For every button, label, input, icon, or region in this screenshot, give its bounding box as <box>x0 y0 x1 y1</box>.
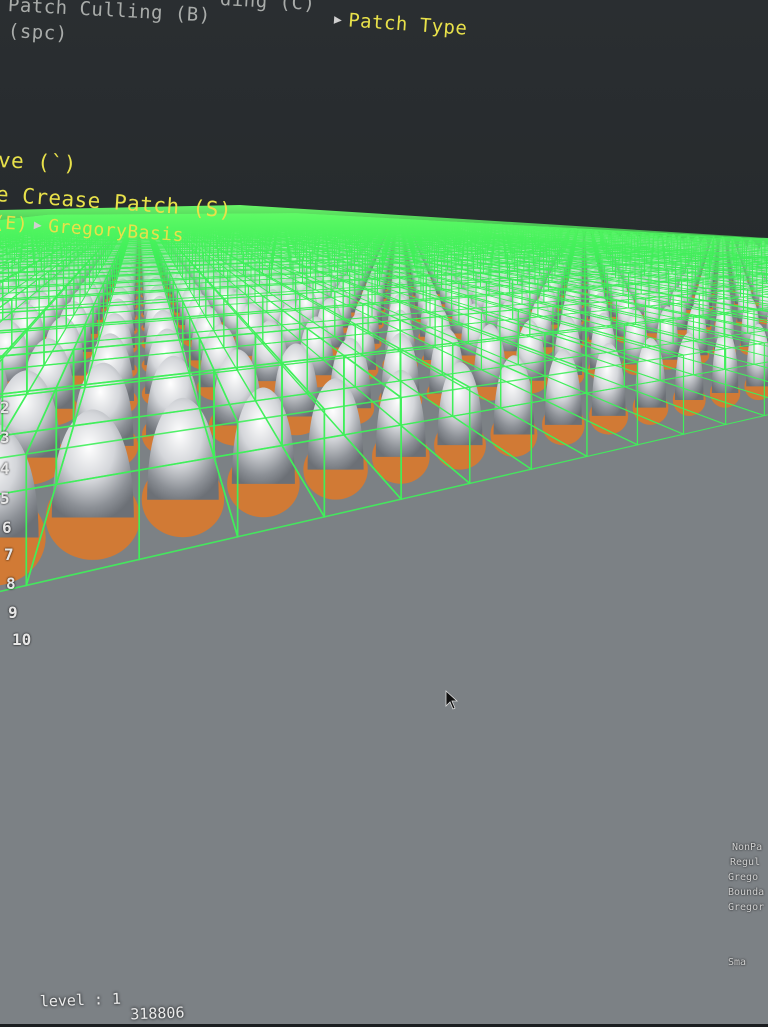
render-viewport[interactable]: Patch Culling (B) ding (C) ▶Patch Type (… <box>0 0 768 1024</box>
tessellated-patch-grid <box>0 0 768 1024</box>
